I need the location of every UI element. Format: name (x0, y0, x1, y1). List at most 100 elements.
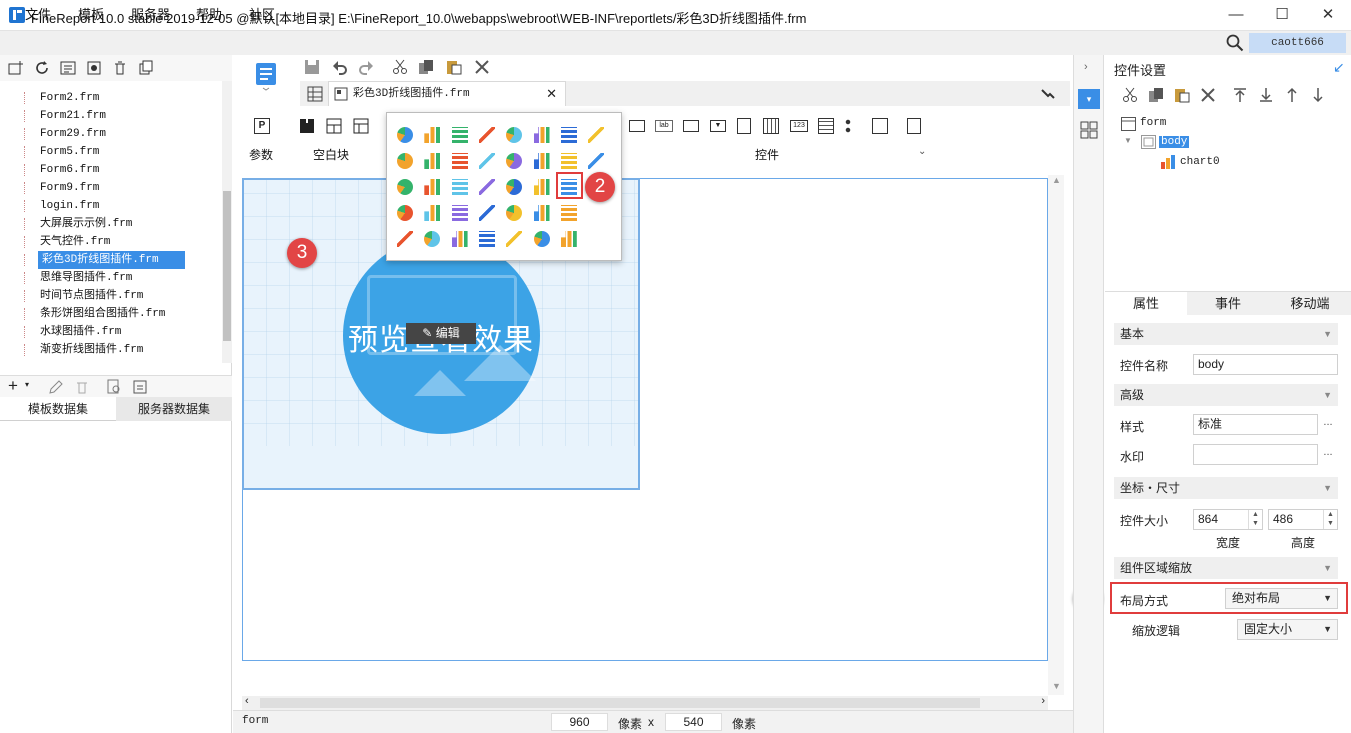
absolute-block-icon[interactable] (353, 118, 369, 134)
pie-chart-icon[interactable] (397, 179, 413, 195)
dataset-params-icon[interactable] (132, 379, 148, 395)
width-input[interactable]: 864 ▲ ▼ (1193, 509, 1263, 530)
watermark-input[interactable] (1193, 444, 1318, 465)
copy-icon[interactable] (138, 60, 154, 76)
date-widget-icon[interactable] (763, 118, 779, 134)
canvas-height-input[interactable]: 540 (665, 713, 722, 731)
search-widget-icon[interactable] (907, 118, 921, 134)
horizontal-bar-chart-icon[interactable] (451, 127, 468, 143)
rp-delete-icon[interactable] (1200, 87, 1216, 103)
file-item[interactable]: 天气控件.frm (40, 233, 110, 251)
paste-icon[interactable] (446, 59, 462, 75)
undo-icon[interactable] (332, 59, 348, 75)
move-top-icon[interactable] (1232, 87, 1248, 103)
canvas-hscrollbar[interactable]: ‹ › (242, 695, 1048, 710)
number-widget-icon[interactable]: 123 (790, 120, 808, 132)
preview-dataset-icon[interactable] (106, 379, 122, 395)
parameter-icon[interactable]: P (254, 118, 270, 134)
horizontal-bar-chart-icon[interactable] (451, 153, 468, 169)
delete-widget-icon[interactable] (474, 59, 490, 75)
height-spinner[interactable]: ▲ ▼ (1323, 510, 1337, 529)
file-list-scrollbar[interactable] (222, 81, 232, 363)
pie-chart-icon[interactable] (397, 153, 413, 169)
settings-icon[interactable] (86, 60, 102, 76)
tab-menu-icon[interactable] (1040, 86, 1056, 102)
scale-select[interactable]: 固定大小 ▼ (1237, 619, 1338, 640)
rp-paste-icon[interactable] (1174, 87, 1190, 103)
scatter-chart-icon[interactable] (397, 231, 413, 247)
tab-properties[interactable]: 属性 (1105, 292, 1187, 316)
pie-chart-icon[interactable] (397, 205, 413, 221)
label-widget-icon[interactable]: lab (655, 120, 673, 132)
close-tab-icon[interactable]: ✕ (546, 82, 557, 106)
open-icon[interactable] (60, 60, 76, 76)
widgets-label[interactable]: 控件 (755, 146, 779, 163)
style-more-button[interactable]: ... (1318, 414, 1338, 435)
file-item[interactable]: Form29.frm (40, 125, 106, 143)
tree-node-body[interactable]: body (1159, 136, 1190, 148)
template-type-icon[interactable] (254, 61, 278, 91)
scatter-chart-icon[interactable] (588, 153, 605, 169)
tab-document[interactable]: 彩色3D折线图插件.frm ✕ (328, 81, 566, 106)
layout-select[interactable]: 绝对布局 ▼ (1225, 588, 1338, 609)
dock-icon[interactable]: ↙ (1333, 59, 1345, 76)
move-up-icon[interactable] (1284, 87, 1300, 103)
menu-server[interactable]: 服务器 (131, 4, 170, 23)
file-item[interactable]: Form5.frm (40, 143, 99, 161)
grid-view-icon[interactable] (307, 86, 323, 102)
delete-dataset-icon[interactable] (74, 379, 90, 395)
radar-chart-icon[interactable] (560, 127, 577, 143)
refresh-icon[interactable] (34, 60, 50, 76)
delete-icon[interactable] (112, 60, 128, 76)
tab-server-dataset[interactable]: 服务器数据集 (116, 397, 232, 421)
width-spinner[interactable]: ▲ ▼ (1248, 510, 1262, 529)
redo-icon[interactable] (358, 59, 374, 75)
tree-expand-icon[interactable]: ▼ (1124, 136, 1132, 145)
section-advanced[interactable]: 高级 ▼ (1114, 384, 1338, 406)
minimize-button[interactable]: — (1213, 0, 1259, 31)
style-input[interactable]: 标准 (1193, 414, 1318, 435)
menu-template[interactable]: 模板 (78, 4, 104, 23)
radar-chart-icon[interactable] (560, 205, 577, 221)
file-item[interactable]: Form2.frm (40, 89, 99, 107)
checkbox-group-icon[interactable] (872, 118, 888, 134)
edit-chart-button[interactable]: ✎ 编辑 (406, 323, 476, 344)
add-dataset-icon[interactable]: + (8, 376, 18, 396)
pie-chart-icon[interactable] (424, 231, 441, 247)
button-widget-icon[interactable] (683, 120, 699, 132)
watermark-more-button[interactable]: ... (1318, 444, 1338, 465)
layout-tab-icon[interactable] (1080, 121, 1098, 139)
cut-icon[interactable] (392, 59, 408, 75)
horizontal-bar-chart-icon[interactable] (451, 179, 468, 195)
file-item[interactable]: 思维导图插件.frm (40, 269, 132, 287)
horizontal-bar-chart-icon[interactable] (478, 231, 495, 247)
area-chart-icon[interactable] (506, 153, 523, 169)
new-folder-icon[interactable] (8, 60, 24, 76)
tab-block-icon[interactable] (326, 118, 342, 134)
canvas-width-input[interactable]: 960 (551, 713, 608, 731)
area-chart-icon[interactable] (506, 179, 523, 195)
file-item[interactable]: 渐变折线图插件.frm (40, 341, 143, 359)
line-chart-icon[interactable] (478, 205, 495, 221)
line-chart-icon[interactable] (478, 127, 495, 143)
bar-chart-icon[interactable] (424, 153, 441, 169)
params-label[interactable]: 参数 (249, 146, 273, 163)
combo-widget-icon[interactable]: ▼ (710, 120, 726, 132)
move-bottom-icon[interactable] (1258, 87, 1274, 103)
file-item[interactable]: 大屏展示示例.frm (40, 215, 132, 233)
close-button[interactable]: ✕ (1305, 0, 1351, 31)
radio-group-icon[interactable] (845, 118, 861, 134)
line-chart-icon[interactable] (478, 179, 495, 195)
file-widget-icon[interactable] (737, 118, 751, 134)
collapse-right-icon[interactable]: › (1084, 61, 1088, 73)
area-chart-icon[interactable] (506, 127, 523, 143)
horizontal-bar-chart-icon[interactable] (451, 205, 468, 221)
pie-chart-icon[interactable] (397, 127, 413, 143)
scatter-chart-icon[interactable] (588, 127, 605, 143)
maximize-button[interactable]: ☐ (1259, 0, 1305, 31)
section-basic[interactable]: 基本 ▼ (1114, 323, 1338, 345)
tab-events[interactable]: 事件 (1187, 292, 1269, 316)
tree-node-chart0[interactable]: chart0 (1180, 156, 1220, 168)
gauge-chart-icon[interactable] (533, 127, 550, 143)
file-item[interactable]: 彩色3D折线图插件.frm (38, 251, 185, 269)
